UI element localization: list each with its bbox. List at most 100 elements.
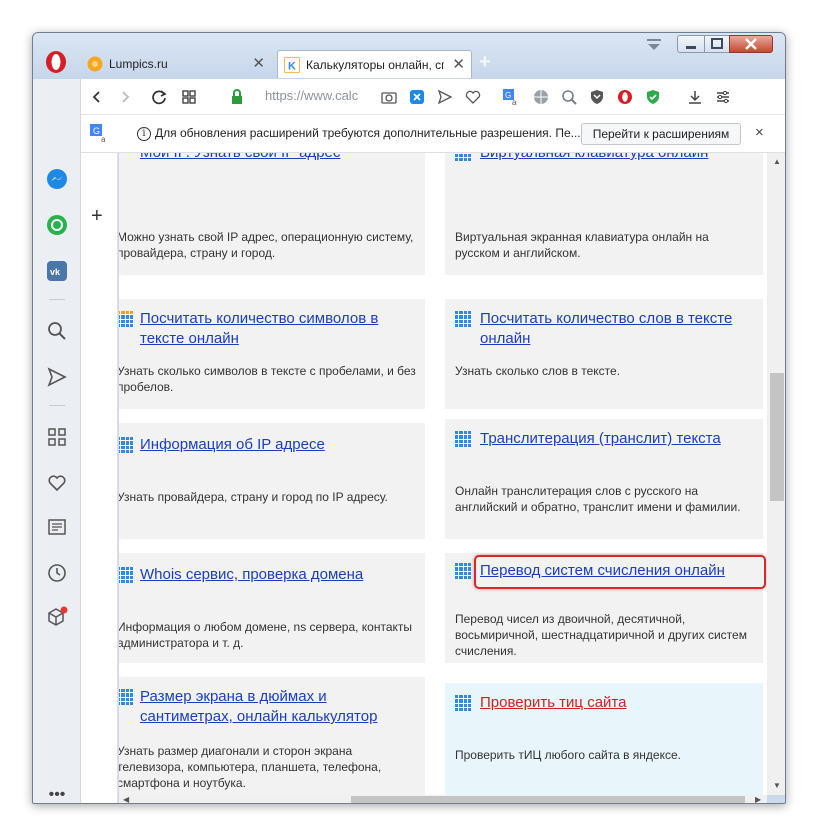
- calculator-grid-icon: [119, 689, 133, 705]
- address-bar[interactable]: https://www.calc: [265, 88, 358, 103]
- heart-icon[interactable]: [45, 471, 69, 495]
- calculator-grid-icon: [119, 311, 133, 327]
- camera-snapshot-icon[interactable]: [379, 87, 399, 107]
- calculator-grid-icon: [455, 311, 471, 327]
- reload-icon[interactable]: [149, 87, 169, 107]
- whatsapp-icon[interactable]: [45, 213, 69, 237]
- card-description: Онлайн транслитерация слов с русского на…: [455, 484, 741, 514]
- card-link[interactable]: Посчитать количество слов в тексте онлай…: [480, 309, 767, 349]
- opera-logo-icon[interactable]: [43, 49, 69, 75]
- history-clock-icon[interactable]: [45, 561, 69, 585]
- extension-update-notification: Ga i Для обновления расширений требуются…: [81, 115, 785, 153]
- sidebar: vk •••: [33, 79, 81, 803]
- close-window-button[interactable]: [729, 35, 773, 53]
- vpn-shield-icon[interactable]: [407, 87, 427, 107]
- sidebar-divider: [49, 299, 65, 300]
- horizontal-scroll-thumb[interactable]: [351, 796, 745, 803]
- card-link[interactable]: Мои IP. Узнать свой IP адрес: [140, 153, 340, 163]
- messenger-icon[interactable]: [45, 167, 69, 191]
- minimize-button[interactable]: [677, 35, 705, 53]
- shield-extension-icon[interactable]: [587, 87, 607, 107]
- translate-extension-icon[interactable]: Ga: [501, 87, 521, 107]
- calculator-grid-icon: [455, 563, 471, 579]
- svg-text:K: K: [288, 61, 296, 73]
- tab-label: Калькуляторы онлайн, спр: [306, 58, 444, 72]
- card-description: Можно узнать свой IP адрес, операционную…: [119, 230, 414, 260]
- horizontal-scrollbar[interactable]: ◀ ▶: [119, 795, 767, 803]
- card-description: Виртуальная экранная клавиатура онлайн н…: [455, 230, 709, 260]
- bookmark-heart-icon[interactable]: [463, 87, 483, 107]
- calc-favicon-icon: K: [284, 57, 300, 73]
- globe-extension-icon[interactable]: [531, 87, 551, 107]
- card-my-ip: Мои IP. Узнать свой IP адрес Можно узнат…: [119, 153, 425, 275]
- vertical-scroll-thumb[interactable]: [770, 373, 784, 501]
- opera-extension-icon[interactable]: [615, 87, 635, 107]
- title-bar: Lumpics.ru ✕ K Калькуляторы онлайн, спр …: [33, 33, 785, 79]
- vk-icon[interactable]: vk: [45, 259, 69, 283]
- lumpics-favicon-icon: [87, 56, 103, 72]
- card-link[interactable]: Информация об IP адресе: [140, 435, 325, 455]
- card-link[interactable]: Транслитерация (транслит) текста: [480, 429, 721, 449]
- calculator-grid-icon: [455, 153, 471, 161]
- tabs-grid-icon[interactable]: [179, 87, 199, 107]
- svg-text:G: G: [93, 126, 100, 136]
- back-arrow-icon[interactable]: [87, 87, 107, 107]
- side-panel: +: [81, 153, 118, 803]
- card-description: Проверить тИЦ любого сайта в яндексе.: [455, 748, 681, 762]
- close-icon[interactable]: ✕: [452, 51, 465, 78]
- more-dots-icon[interactable]: •••: [45, 783, 69, 803]
- vertical-scrollbar[interactable]: ▲ ▼: [767, 153, 785, 795]
- add-panel-plus-icon[interactable]: +: [91, 205, 103, 228]
- adblock-shield-icon[interactable]: [643, 87, 663, 107]
- scroll-left-arrow-icon[interactable]: ◀: [123, 795, 129, 803]
- send-icon[interactable]: [45, 365, 69, 389]
- tab-label: Lumpics.ru: [109, 57, 168, 71]
- translate-side-icon[interactable]: Ga: [81, 115, 117, 153]
- tab-lumpics[interactable]: Lumpics.ru ✕: [81, 50, 271, 78]
- search-icon[interactable]: [45, 319, 69, 343]
- tab-menu-icon[interactable]: [645, 37, 663, 51]
- send-page-icon[interactable]: [435, 87, 455, 107]
- notification-text: Для обновления расширений требуются допо…: [155, 126, 581, 140]
- calculator-grid-icon: [119, 437, 133, 453]
- card-whois: Whois сервис, проверка домена Информация…: [119, 553, 425, 663]
- card-link[interactable]: Посчитать количество символов в тексте о…: [140, 309, 420, 349]
- extensions-cube-icon[interactable]: [45, 605, 69, 629]
- easy-setup-icon[interactable]: [713, 87, 733, 107]
- card-link[interactable]: Whois сервис, проверка домена: [140, 565, 363, 585]
- card-description: Узнать размер диагонали и сторон экрана …: [119, 744, 382, 790]
- card-description: Узнать сколько слов в тексте.: [455, 364, 621, 378]
- highlight-frame: [474, 555, 766, 589]
- close-icon[interactable]: ✕: [252, 50, 265, 78]
- calculator-grid-icon: [455, 695, 471, 711]
- browser-window: Lumpics.ru ✕ K Калькуляторы онлайн, спр …: [32, 32, 786, 804]
- svg-text:vk: vk: [50, 267, 61, 277]
- card-description: Информация о любом домене, ns сервера, к…: [119, 620, 413, 650]
- card-link[interactable]: Размер экрана в дюймах и сантиметрах, он…: [140, 687, 420, 727]
- svg-text:a: a: [512, 98, 517, 106]
- download-icon[interactable]: [685, 87, 705, 107]
- sidebar-divider: [49, 405, 65, 406]
- new-tab-plus-icon[interactable]: +: [479, 51, 491, 74]
- search-extension-icon[interactable]: [559, 87, 579, 107]
- card-count-symbols: Посчитать количество символов в тексте о…: [119, 299, 425, 409]
- speed-dial-icon[interactable]: [45, 425, 69, 449]
- card-description: Узнать провайдера, страну и город по IP …: [119, 490, 388, 504]
- address-toolbar: https://www.calc Ga: [81, 79, 785, 115]
- news-icon[interactable]: [45, 515, 69, 539]
- scroll-right-arrow-icon[interactable]: ▶: [755, 795, 761, 803]
- card-ip-info: Информация об IP адресе Узнать провайдер…: [119, 423, 425, 539]
- close-icon[interactable]: ×: [755, 124, 764, 141]
- forward-arrow-icon[interactable]: [115, 87, 135, 107]
- secure-lock-icon[interactable]: [227, 87, 247, 107]
- maximize-button[interactable]: [704, 35, 730, 53]
- tab-calculators[interactable]: K Калькуляторы онлайн, спр ✕: [277, 50, 472, 78]
- info-icon: i: [137, 127, 151, 141]
- card-link[interactable]: Виртуальная клавиатура онлайн: [480, 153, 708, 163]
- scroll-down-arrow-icon[interactable]: ▼: [773, 781, 781, 790]
- calculator-grid-icon: [455, 431, 471, 447]
- card-link[interactable]: Проверить тиц сайта: [480, 693, 626, 713]
- scroll-up-arrow-icon[interactable]: ▲: [773, 157, 781, 166]
- go-to-extensions-button[interactable]: Перейти к расширениям: [581, 123, 741, 145]
- card-description: Перевод чисел из двоичной, десятичной, в…: [455, 612, 747, 658]
